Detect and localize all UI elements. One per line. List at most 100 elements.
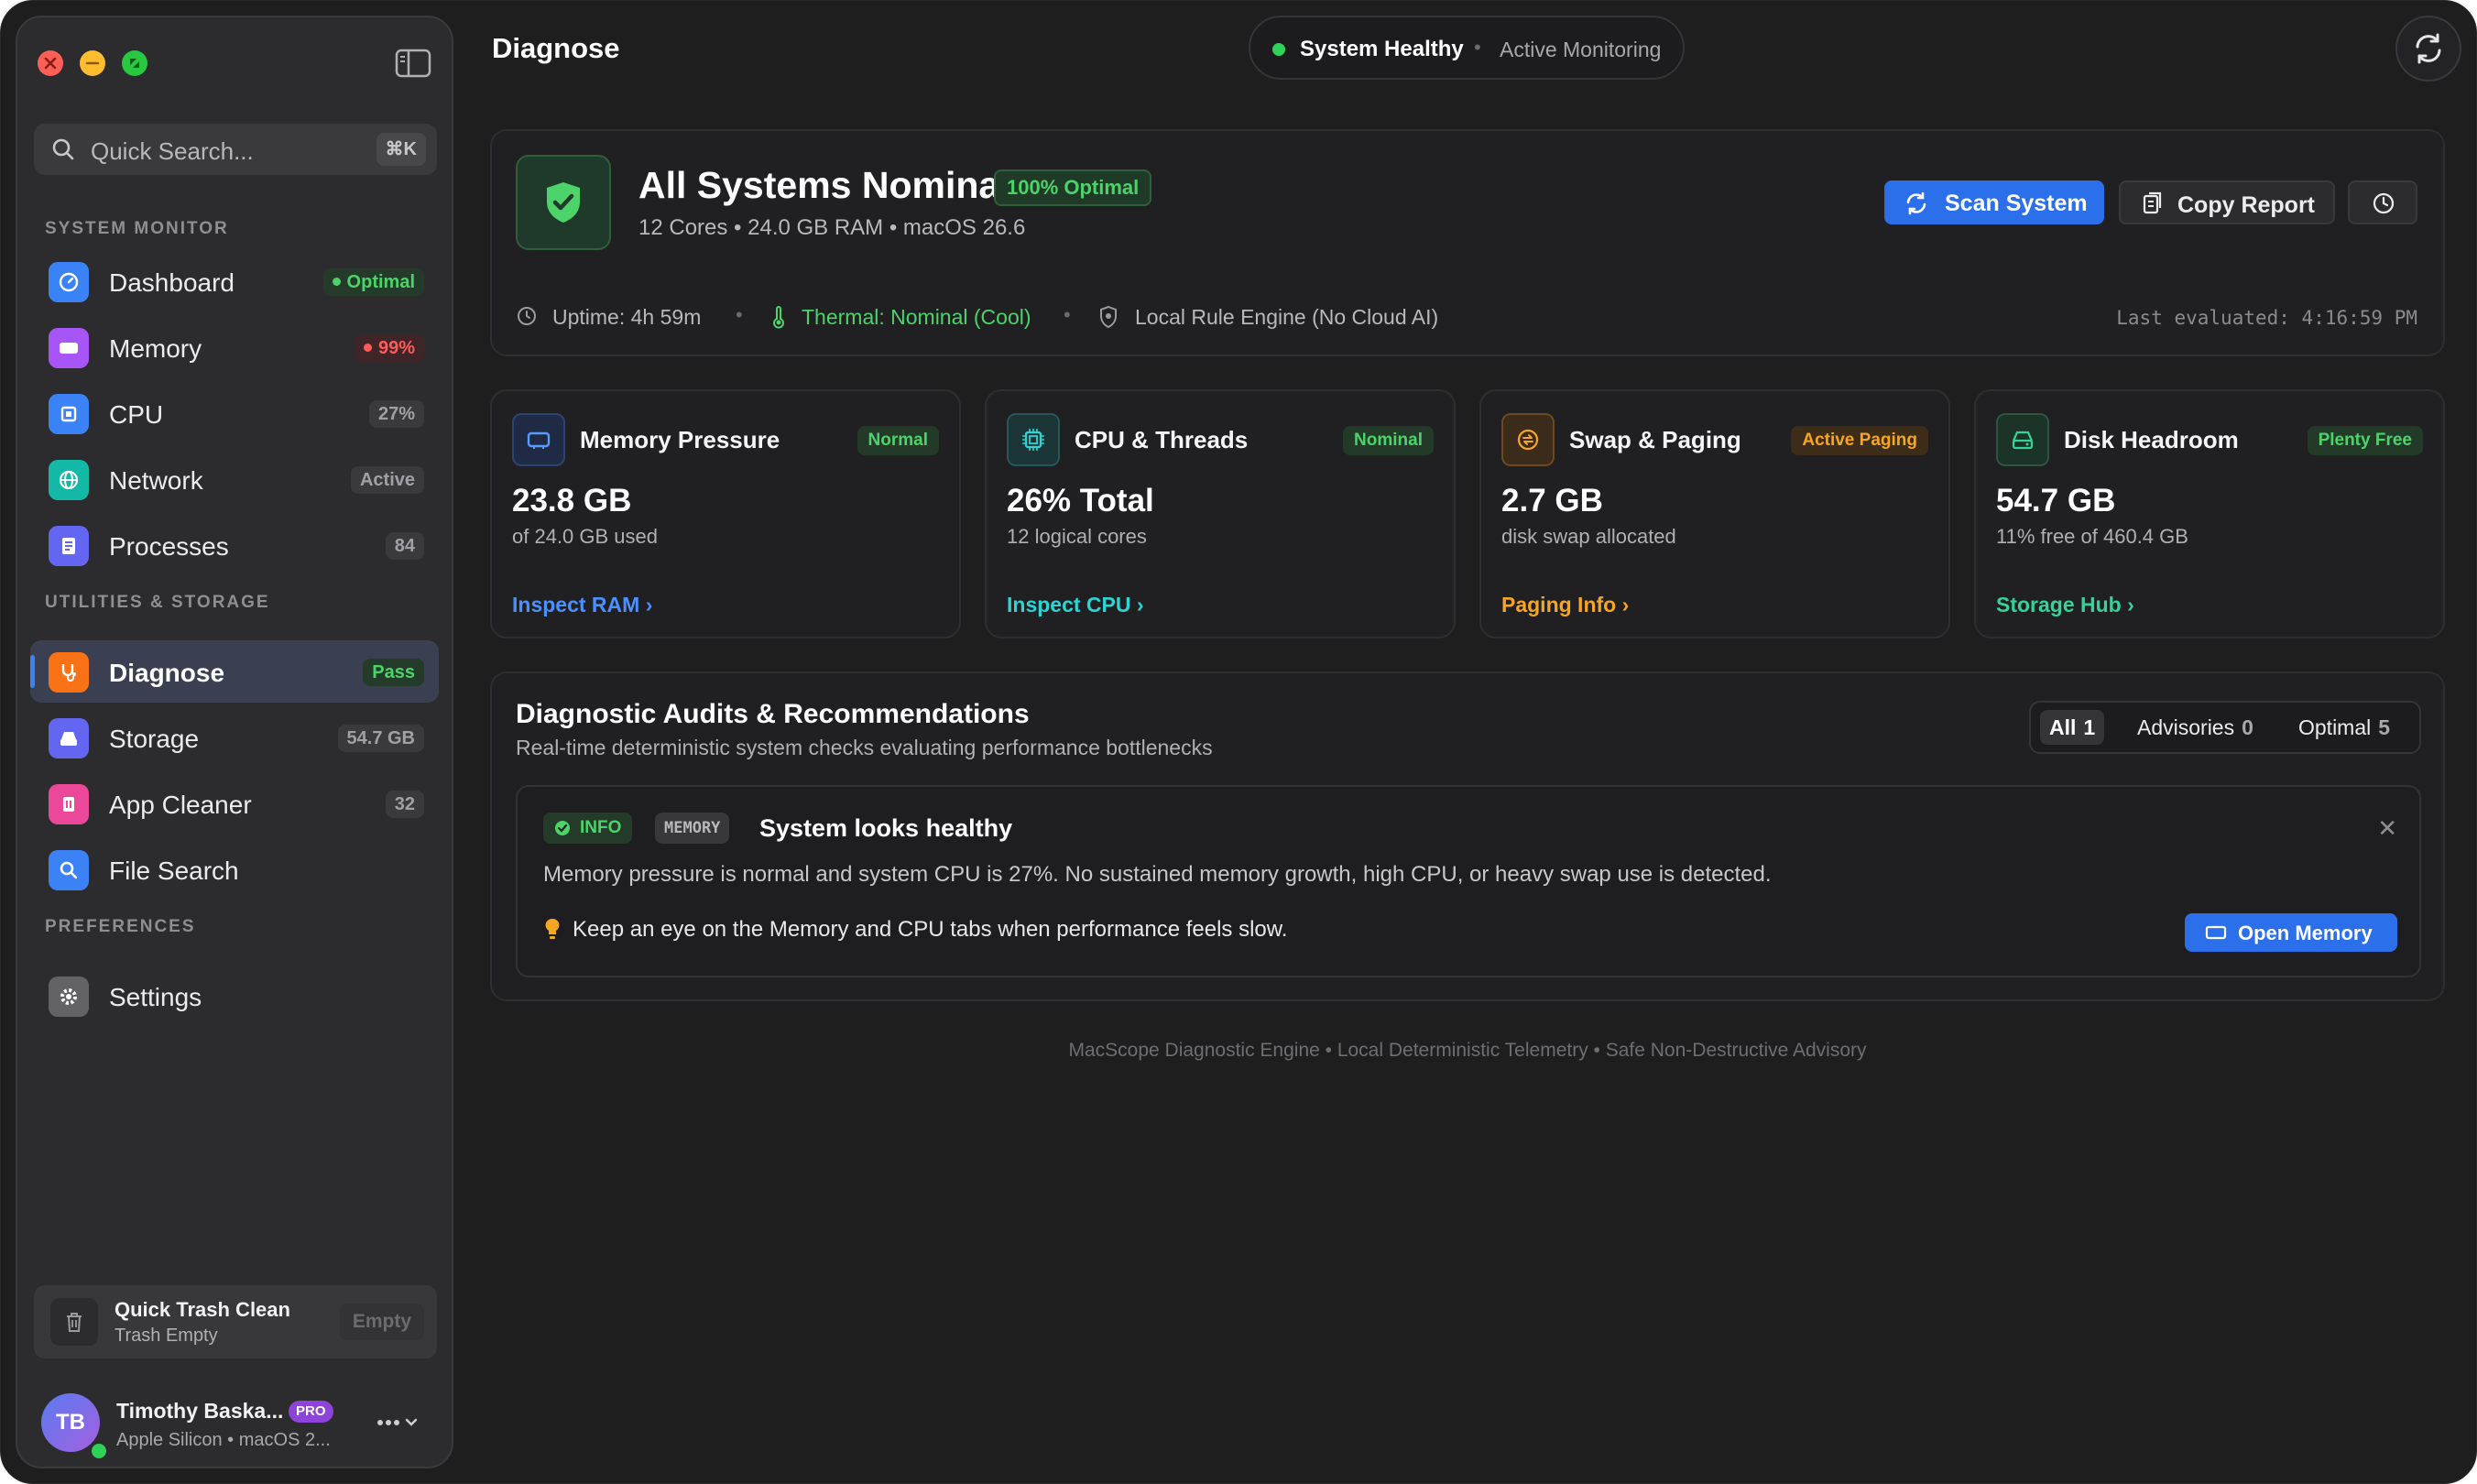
list-icon — [49, 526, 89, 566]
card-title: Swap & Paging — [1569, 426, 1741, 453]
thermometer-icon — [773, 306, 784, 329]
memory-icon — [2205, 925, 2227, 940]
sidebar-item-app-cleaner[interactable]: App Cleaner 32 — [30, 772, 439, 835]
memory-icon — [512, 413, 565, 466]
sidebar-item-label: Processes — [109, 532, 229, 561]
section-title-system-monitor: SYSTEM MONITOR — [45, 219, 229, 238]
sidebar-item-label: Storage — [109, 725, 200, 753]
zoom-window-button[interactable] — [122, 50, 147, 76]
advisory-tip: Keep an eye on the Memory and CPU tabs w… — [573, 917, 1288, 942]
chevron-right-icon: › — [645, 593, 653, 617]
memory-chip-icon — [49, 328, 89, 368]
inspect-ram-link[interactable]: Inspect RAM › — [512, 593, 652, 617]
system-specs: 12 Cores • 24.0 GB RAM • macOS 26.6 — [638, 215, 1026, 240]
quick-search-input[interactable]: Quick Search... ⌘K — [34, 124, 437, 175]
status-badge: Optimal — [322, 268, 424, 296]
app-window: Quick Search... ⌘K SYSTEM MONITOR Dashbo… — [0, 0, 2477, 1484]
card-value: 26% Total — [1007, 483, 1154, 518]
sidebar-item-storage[interactable]: Storage 54.7 GB — [30, 706, 439, 769]
sidebar-item-diagnose[interactable]: Diagnose Pass — [30, 640, 439, 703]
system-summary-card: All Systems Nominal 100% Optimal 12 Core… — [490, 129, 2445, 356]
card-title: Memory Pressure — [580, 426, 780, 453]
close-icon[interactable]: ✕ — [2377, 814, 2397, 843]
card-title: Disk Headroom — [2064, 426, 2239, 453]
separator: • — [1064, 303, 1071, 326]
fullscreen-icon — [130, 59, 139, 68]
sidebar-item-label: CPU — [109, 400, 164, 429]
filter-tab-advisories[interactable]: Advisories 0 — [2137, 710, 2253, 745]
close-window-button[interactable] — [38, 50, 63, 76]
filter-tab-optimal[interactable]: Optimal 5 — [2298, 710, 2390, 745]
card-value: 23.8 GB — [512, 483, 632, 518]
lightbulb-icon — [545, 918, 560, 939]
stethoscope-icon — [49, 652, 89, 693]
sidebar-item-memory[interactable]: Memory 99% — [30, 316, 439, 378]
separator: • — [1474, 36, 1481, 59]
sidebar-item-network[interactable]: Network Active — [30, 448, 439, 510]
disk-headroom-card: Disk Headroom Plenty Free 54.7 GB 11% fr… — [1974, 389, 2445, 638]
status-badge: 84 — [385, 532, 424, 560]
inspect-cpu-link[interactable]: Inspect CPU › — [1007, 593, 1144, 617]
swap-paging-card: Swap & Paging Active Paging 2.7 GB disk … — [1479, 389, 1950, 638]
minimize-window-button[interactable] — [80, 50, 105, 76]
category-tag: MEMORY — [655, 813, 730, 844]
card-value: 2.7 GB — [1501, 483, 1603, 518]
history-button[interactable] — [2348, 180, 2417, 224]
monitoring-status: Active Monitoring — [1500, 38, 1662, 61]
info-tag: INFO — [543, 813, 633, 844]
sidebar-item-label: Settings — [109, 983, 202, 1011]
last-evaluated-timestamp: Last evaluated: 4:16:59 PM — [2116, 307, 2417, 329]
rule-engine-text: Local Rule Engine (No Cloud AI) — [1135, 305, 1439, 329]
user-menu-button[interactable] — [376, 1410, 422, 1438]
card-title: CPU & Threads — [1075, 426, 1249, 453]
system-status: System Healthy — [1300, 37, 1464, 61]
empty-trash-button[interactable]: Empty — [339, 1304, 424, 1340]
trash-title: Quick Trash Clean — [115, 1298, 290, 1321]
sidebar-toggle-button[interactable] — [395, 49, 431, 78]
sidebar-item-label: File Search — [109, 857, 239, 885]
scan-system-button[interactable]: Scan System — [1884, 180, 2104, 224]
advisory-description: Memory pressure is normal and system CPU… — [543, 862, 1772, 887]
card-subtitle: 12 logical cores — [1007, 525, 1147, 548]
uptime-text: Uptime: 4h 59m — [552, 305, 702, 329]
swap-icon — [1501, 413, 1555, 466]
status-dot — [1272, 43, 1285, 56]
sidebar-item-label: Memory — [109, 334, 202, 363]
sidebar-item-dashboard[interactable]: Dashboard Optimal — [30, 250, 439, 312]
user-name: Timothy Baska... — [116, 1399, 284, 1423]
status-badge: 99% — [354, 334, 424, 362]
audit-filter-tabs: All 1 Advisories 0 Optimal 5 — [2029, 701, 2421, 754]
page-title: Diagnose — [492, 32, 620, 64]
refresh-button[interactable] — [2395, 16, 2461, 82]
system-status-pill: System Healthy • Active Monitoring — [1249, 16, 1685, 80]
storage-hub-link[interactable]: Storage Hub › — [1996, 593, 2134, 617]
shield-icon — [1100, 305, 1117, 329]
cpu-icon — [1007, 413, 1060, 466]
section-title-utilities: UTILITIES & STORAGE — [45, 593, 270, 612]
sidebar-item-processes[interactable]: Processes 84 — [30, 514, 439, 576]
close-icon — [44, 57, 57, 70]
search-shortcut: ⌘K — [376, 133, 426, 166]
sidebar-item-cpu[interactable]: CPU 27% — [30, 382, 439, 444]
filter-tab-all[interactable]: All 1 — [2040, 710, 2105, 745]
status-badge: 27% — [368, 400, 424, 428]
online-status-dot — [89, 1441, 109, 1461]
status-badge: 54.7 GB — [337, 725, 424, 752]
thermal-status: Thermal: Nominal (Cool) — [802, 305, 1031, 329]
copy-report-button[interactable]: Copy Report — [2119, 180, 2335, 224]
cpu-icon — [49, 394, 89, 434]
trash-status: Trash Empty — [115, 1326, 218, 1346]
section-title-preferences: PREFERENCES — [45, 917, 196, 936]
audits-title: Diagnostic Audits & Recommendations — [516, 699, 1030, 729]
scan-system-label: Scan System — [1945, 191, 2088, 216]
open-memory-button[interactable]: Open Memory — [2185, 913, 2397, 952]
sidebar-item-settings[interactable]: Settings — [30, 965, 439, 1027]
sidebar-item-file-search[interactable]: File Search — [30, 838, 439, 900]
refresh-icon — [2416, 33, 2441, 64]
drive-icon — [1996, 413, 2049, 466]
clock-icon — [518, 307, 536, 325]
quick-trash-card: Quick Trash Clean Trash Empty Empty — [34, 1285, 437, 1359]
gear-icon — [49, 977, 89, 1017]
minimize-icon — [85, 61, 100, 65]
paging-info-link[interactable]: Paging Info › — [1501, 593, 1629, 617]
